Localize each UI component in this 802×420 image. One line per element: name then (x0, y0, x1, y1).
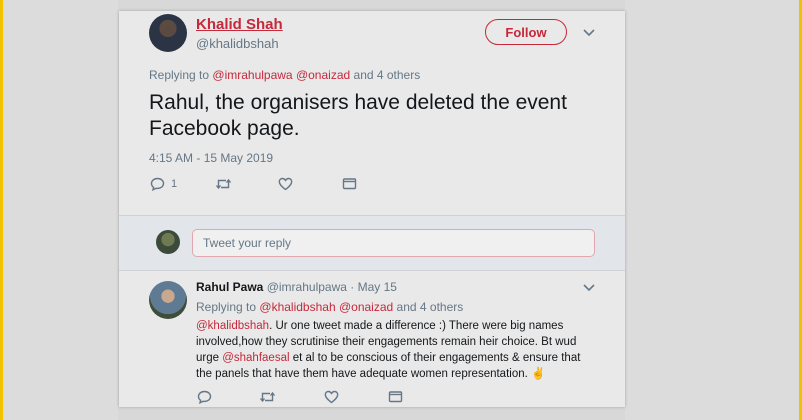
tweet-text: Rahul, the organisers have deleted the e… (149, 91, 567, 140)
replying-suffix[interactable]: and 4 others (354, 68, 421, 82)
chevron-down-icon[interactable] (582, 281, 596, 295)
author-handle[interactable]: @khalidbshah (196, 36, 279, 51)
replying-prefix: Replying to (196, 300, 257, 314)
follow-button[interactable]: Follow (485, 19, 567, 45)
mention-link[interactable]: @imrahulpawa (212, 68, 292, 82)
mention-link[interactable]: @shahfaesal (222, 352, 289, 364)
dm-action[interactable] (388, 390, 403, 403)
tweet-timestamp[interactable]: 4:15 AM - 15 May 2019 (149, 151, 273, 165)
retweet-action[interactable] (259, 390, 276, 404)
reply-input[interactable] (192, 229, 595, 257)
replying-to-line: Replying to @imrahulpawa @onaizad and 4 … (149, 68, 420, 82)
chevron-down-icon[interactable] (582, 26, 596, 40)
like-action[interactable] (324, 390, 339, 404)
left-margin (3, 0, 118, 420)
current-user-avatar[interactable] (156, 230, 180, 254)
reply-author-avatar[interactable] (149, 281, 187, 319)
divider (119, 270, 625, 271)
replying-suffix[interactable]: and 4 others (397, 300, 464, 314)
reply-action[interactable]: 1 (150, 177, 177, 191)
author-avatar[interactable] (149, 14, 187, 52)
reply-text: @khalidbshah. Ur one tweet made a differ… (196, 318, 586, 382)
envelope-icon[interactable] (388, 390, 403, 403)
envelope-icon[interactable] (342, 177, 357, 190)
reply-icon[interactable] (197, 390, 212, 404)
like-action[interactable] (278, 177, 293, 191)
reply-icon[interactable] (150, 177, 165, 191)
dm-action[interactable] (342, 177, 357, 190)
reply-author-name[interactable]: Rahul Pawa (196, 280, 263, 294)
retweet-icon[interactable] (215, 177, 232, 191)
mention-link[interactable]: @onaizad (339, 300, 393, 314)
reply-action[interactable] (197, 390, 212, 404)
right-margin (625, 0, 799, 420)
reply-date[interactable]: May 15 (358, 280, 397, 294)
heart-icon[interactable] (278, 177, 293, 191)
reply-count: 1 (171, 178, 178, 190)
tweet-card: Khalid Shah @khalidbshah Follow Replying… (119, 11, 625, 407)
retweet-icon[interactable] (259, 390, 276, 404)
reply-replying-to-line: Replying to @khalidbshah @onaizad and 4 … (196, 300, 463, 314)
reply-author-handle[interactable]: @imrahulpawa (267, 280, 347, 294)
heart-icon[interactable] (324, 390, 339, 404)
mention-link[interactable]: @khalidbshah (259, 300, 335, 314)
reply-header: Rahul Pawa @imrahulpawa · May 15 (196, 280, 397, 294)
mention-link[interactable]: @onaizad (296, 68, 350, 82)
replying-prefix: Replying to (149, 68, 210, 82)
victory-hand-emoji: ✌ (531, 368, 546, 380)
retweet-action[interactable] (215, 177, 232, 191)
mention-link[interactable]: @khalidbshah (196, 320, 269, 332)
author-name[interactable]: Khalid Shah (196, 16, 283, 33)
separator: · (350, 280, 355, 294)
